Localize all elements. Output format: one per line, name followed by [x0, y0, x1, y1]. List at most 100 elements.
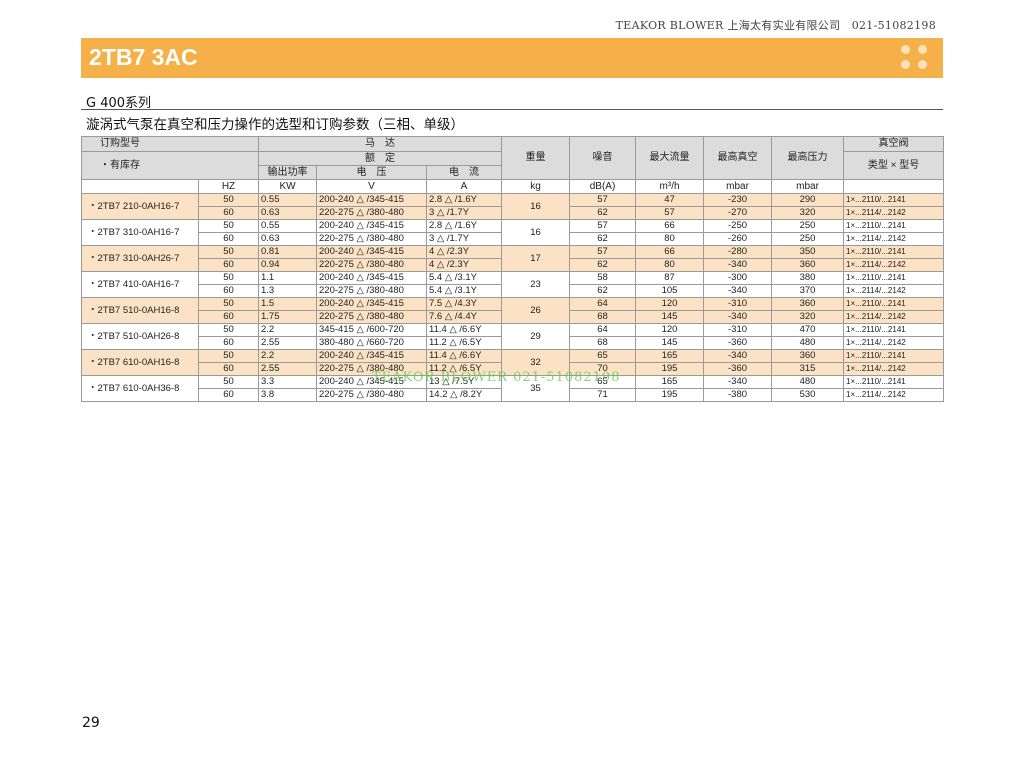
cell-vacuum: -280: [703, 245, 773, 259]
unit-flow: m³/h: [635, 179, 705, 194]
cell-vacuum: -380: [703, 388, 773, 402]
cell-noise: 64: [569, 323, 637, 337]
cell-kw: 1.1: [258, 271, 317, 285]
cell-voltage: 380-480 △ /660-720: [316, 336, 427, 350]
cell-vacuum: -250: [703, 219, 773, 233]
cell-pressure: 250: [771, 219, 845, 233]
cell-pressure: 290: [771, 193, 845, 207]
cell-flow: 66: [635, 219, 705, 233]
cell-kw: 0.55: [258, 193, 317, 207]
cell-valve: 1×...2110/...2141: [843, 219, 945, 233]
company-header: TEAKOR BLOWER 上海太有实业有限公司 021-51082198: [615, 19, 936, 32]
header-maxpress: 最高压力: [771, 136, 845, 180]
cell-noise: 71: [569, 388, 637, 402]
cell-kw: 3.8: [258, 388, 317, 402]
cell-flow: 195: [635, 388, 705, 402]
cell-kw: 1.5: [258, 297, 317, 311]
cell-valve: 1×...2114/...2142: [843, 310, 945, 324]
units-row: HZ KW V A kg dB(A) m³/h mbar mbar: [81, 179, 945, 194]
unit-vac: mbar: [703, 179, 773, 194]
cell-pressure: 530: [771, 388, 845, 402]
table-row: ・2TB7 510-0AH26-8 50 2.2 345-415 △ /600-720…: [81, 323, 945, 350]
cell-weight: 16: [501, 219, 571, 246]
cell-voltage: 220-275 △ /380-480: [316, 232, 427, 246]
cell-pressure: 470: [771, 323, 845, 337]
cell-hz: 60: [198, 388, 259, 402]
cell-flow: 120: [635, 323, 705, 337]
header-valvetype: 类型 × 型号: [843, 151, 945, 180]
cell-current: 5.4 △ /3.1Y: [425, 271, 503, 285]
cell-noise: 68: [569, 336, 637, 350]
cell-voltage: 220-275 △ /380-480: [316, 206, 427, 220]
cell-valve: 1×...2114/...2142: [843, 284, 945, 298]
cell-voltage: 200-240 △ /345-415: [316, 271, 427, 285]
cell-kw: 0.94: [258, 258, 317, 272]
cell-vacuum: -340: [703, 310, 773, 324]
cell-pressure: 360: [771, 349, 845, 363]
cell-vacuum: -310: [703, 297, 773, 311]
cell-voltage: 200-240 △ /345-415: [316, 349, 427, 363]
table-row: ・2TB7 310-0AH26-7 50 0.81 200-240 △ /345-41…: [81, 245, 945, 272]
model-name: ・2TB7 210-0AH16-7: [81, 193, 199, 220]
cell-vacuum: -360: [703, 362, 773, 376]
cell-valve: 1×...2110/...2141: [843, 297, 945, 311]
cell-flow: 47: [635, 193, 705, 207]
page-number: 29: [82, 715, 100, 731]
cell-voltage: 220-275 △ /380-480: [316, 258, 427, 272]
cell-current: 3 △ /1.7Y: [425, 206, 503, 220]
cell-hz: 50: [198, 219, 259, 233]
cell-vacuum: -260: [703, 232, 773, 246]
model-name: ・2TB7 310-0AH16-7: [81, 219, 199, 246]
cell-pressure: 315: [771, 362, 845, 376]
model-name: ・2TB7 510-0AH16-8: [81, 297, 199, 324]
header-maxflow: 最大流量: [635, 136, 705, 180]
cell-kw: 2.2: [258, 349, 317, 363]
cell-flow: 80: [635, 258, 705, 272]
model-name: ・2TB7 310-0AH26-7: [81, 245, 199, 272]
header-row: 订购型号 马 达 重量 噪音 最大流量 最高真空 最高压力 真空阀: [81, 136, 945, 180]
dots-decoration-icon: [901, 45, 931, 71]
cell-hz: 60: [198, 232, 259, 246]
cell-vacuum: -340: [703, 284, 773, 298]
cell-voltage: 200-240 △ /345-415: [316, 193, 427, 207]
cell-weight: 17: [501, 245, 571, 272]
cell-pressure: 350: [771, 245, 845, 259]
model-name: ・2TB7 410-0AH16-7: [81, 271, 199, 298]
cell-noise: 62: [569, 206, 637, 220]
cell-kw: 3.3: [258, 375, 317, 389]
cell-weight: 26: [501, 297, 571, 324]
cell-voltage: 345-415 △ /600-720: [316, 323, 427, 337]
cell-current: 7.6 △ /4.4Y: [425, 310, 503, 324]
cell-hz: 60: [198, 362, 259, 376]
cell-noise: 57: [569, 219, 637, 233]
cell-valve: 1×...2110/...2141: [843, 193, 945, 207]
cell-hz: 60: [198, 258, 259, 272]
header-stock: ・有库存: [81, 151, 259, 180]
cell-noise: 62: [569, 232, 637, 246]
unit-hz: HZ: [198, 179, 259, 194]
unit-a: A: [425, 179, 503, 194]
cell-noise: 62: [569, 258, 637, 272]
cell-flow: 165: [635, 349, 705, 363]
header-valve: 真空阀: [843, 136, 945, 152]
cell-valve: 1×...2114/...2142: [843, 362, 945, 376]
cell-hz: 50: [198, 245, 259, 259]
cell-pressure: 380: [771, 271, 845, 285]
table-row: ・2TB7 410-0AH16-7 50 1.1 200-240 △ /345-415…: [81, 271, 945, 298]
unit-press: mbar: [771, 179, 845, 194]
cell-voltage: 220-275 △ /380-480: [316, 284, 427, 298]
watermark: TEAKOR BLOWER 021-51082198: [372, 370, 621, 385]
cell-voltage: 220-275 △ /380-480: [316, 310, 427, 324]
model-name: ・2TB7 510-0AH26-8: [81, 323, 199, 350]
cell-valve: 1×...2110/...2141: [843, 375, 945, 389]
cell-current: 3 △ /1.7Y: [425, 232, 503, 246]
cell-valve: 1×...2114/...2142: [843, 388, 945, 402]
cell-current: 4 △ /2.3Y: [425, 258, 503, 272]
cell-pressure: 370: [771, 284, 845, 298]
cell-current: 4 △ /2.3Y: [425, 245, 503, 259]
cell-pressure: 480: [771, 336, 845, 350]
cell-kw: 0.63: [258, 232, 317, 246]
cell-flow: 57: [635, 206, 705, 220]
cell-vacuum: -230: [703, 193, 773, 207]
cell-vacuum: -270: [703, 206, 773, 220]
